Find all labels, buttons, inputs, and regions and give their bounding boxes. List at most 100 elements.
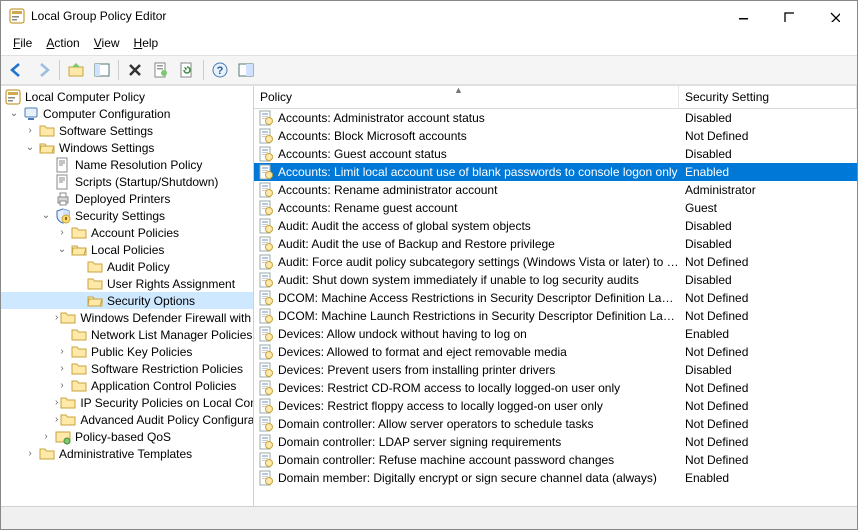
expander-icon[interactable]: › [55, 380, 69, 391]
close-button[interactable] [811, 1, 857, 31]
policy-name: DCOM: Machine Launch Restrictions in Sec… [278, 309, 679, 323]
tree-user-rights-assignment[interactable]: User Rights Assignment [1, 275, 253, 292]
expander-icon[interactable]: ⌄ [39, 210, 53, 221]
tree-deployed-printers[interactable]: Deployed Printers [1, 190, 253, 207]
list-row[interactable]: Devices: Allowed to format and eject rem… [254, 343, 857, 361]
refresh-button[interactable] [175, 58, 199, 82]
list-row[interactable]: Audit: Shut down system immediately if u… [254, 271, 857, 289]
policy-name: Accounts: Limit local account use of bla… [278, 165, 679, 179]
content-area: Local Computer Policy ⌄ Computer Configu… [1, 85, 857, 506]
tree-public-key-policies[interactable]: › Public Key Policies [1, 343, 253, 360]
tree-application-control-policies[interactable]: › Application Control Policies [1, 377, 253, 394]
up-button[interactable] [64, 58, 88, 82]
expander-icon[interactable]: › [55, 363, 69, 374]
menu-action[interactable]: Action [40, 34, 85, 52]
column-header-security-setting[interactable]: Security Setting [679, 86, 857, 108]
list-row[interactable]: Audit: Audit the access of global system… [254, 217, 857, 235]
tree-software-settings[interactable]: › Software Settings [1, 122, 253, 139]
tree-computer-configuration[interactable]: ⌄ Computer Configuration [1, 105, 253, 122]
delete-button[interactable] [123, 58, 147, 82]
menu-help[interactable]: Help [128, 34, 165, 52]
expander-icon[interactable]: › [55, 397, 58, 408]
toolbar [1, 55, 857, 85]
list-row[interactable]: Accounts: Block Microsoft accountsNot De… [254, 127, 857, 145]
list-row[interactable]: Accounts: Rename guest accountGuest [254, 199, 857, 217]
tree-scripts[interactable]: Scripts (Startup/Shutdown) [1, 173, 253, 190]
properties-button[interactable] [149, 58, 173, 82]
policy-name: Accounts: Rename administrator account [278, 183, 679, 197]
list-body[interactable]: Accounts: Administrator account statusDi… [254, 109, 857, 506]
tree-windows-defender-firewall[interactable]: › Windows Defender Firewall with Advance… [1, 309, 253, 326]
policy-icon [258, 128, 274, 144]
expander-icon[interactable]: › [23, 125, 37, 136]
list-row[interactable]: DCOM: Machine Access Restrictions in Sec… [254, 289, 857, 307]
policy-setting: Not Defined [679, 399, 857, 413]
tree-name-resolution-policy[interactable]: Name Resolution Policy [1, 156, 253, 173]
console-tree[interactable]: Local Computer Policy ⌄ Computer Configu… [1, 86, 254, 506]
list-row[interactable]: Devices: Prevent users from installing p… [254, 361, 857, 379]
expander-icon[interactable]: ⌄ [7, 108, 21, 119]
expander-icon[interactable]: › [23, 448, 37, 459]
tree-local-policies[interactable]: ⌄ Local Policies [1, 241, 253, 258]
policy-name: Accounts: Rename guest account [278, 201, 679, 215]
help-button[interactable] [208, 58, 232, 82]
expander-icon[interactable]: › [55, 312, 58, 323]
policy-name: Audit: Audit the access of global system… [278, 219, 679, 233]
tree-audit-policy[interactable]: Audit Policy [1, 258, 253, 275]
list-row[interactable]: Audit: Force audit policy subcategory se… [254, 253, 857, 271]
policy-name: Audit: Shut down system immediately if u… [278, 273, 679, 287]
list-row[interactable]: Accounts: Limit local account use of bla… [254, 163, 857, 181]
expander-icon[interactable]: ⌄ [23, 142, 37, 153]
list-row[interactable]: Devices: Allow undock without having to … [254, 325, 857, 343]
list-row[interactable]: Accounts: Rename administrator accountAd… [254, 181, 857, 199]
tree-security-options[interactable]: Security Options [1, 292, 253, 309]
list-row[interactable]: Domain controller: Refuse machine accoun… [254, 451, 857, 469]
tree-administrative-templates[interactable]: › Administrative Templates [1, 445, 253, 462]
policy-icon [258, 452, 274, 468]
menu-view[interactable]: View [88, 34, 126, 52]
titlebar[interactable]: Local Group Policy Editor [1, 1, 857, 31]
tree-software-restriction-policies[interactable]: › Software Restriction Policies [1, 360, 253, 377]
list-row[interactable]: Accounts: Administrator account statusDi… [254, 109, 857, 127]
list-row[interactable]: Devices: Restrict floppy access to local… [254, 397, 857, 415]
policy-icon [258, 182, 274, 198]
tree-root[interactable]: Local Computer Policy [1, 88, 253, 105]
tree-windows-settings[interactable]: ⌄ Windows Settings [1, 139, 253, 156]
expander-icon[interactable]: › [55, 414, 58, 425]
expander-icon[interactable]: › [55, 346, 69, 357]
folder-open-icon [71, 242, 87, 258]
list-row[interactable]: DCOM: Machine Launch Restrictions in Sec… [254, 307, 857, 325]
list-row[interactable]: Domain member: Digitally encrypt or sign… [254, 469, 857, 487]
expander-icon[interactable]: › [39, 431, 53, 442]
list-row[interactable]: Accounts: Guest account statusDisabled [254, 145, 857, 163]
list-row[interactable]: Audit: Audit the use of Backup and Resto… [254, 235, 857, 253]
policy-icon [258, 236, 274, 252]
tree-policy-based-qos[interactable]: › Policy-based QoS [1, 428, 253, 445]
tree-ip-security-policies[interactable]: › IP Security Policies on Local Computer [1, 394, 253, 411]
policy-name: Devices: Allow undock without having to … [278, 327, 679, 341]
expander-icon[interactable]: ⌄ [55, 244, 69, 255]
expander-icon[interactable]: › [55, 227, 69, 238]
list-row[interactable]: Devices: Restrict CD-ROM access to local… [254, 379, 857, 397]
policy-setting: Not Defined [679, 291, 857, 305]
show-hide-action-pane-button[interactable] [234, 58, 258, 82]
forward-button[interactable] [31, 58, 55, 82]
column-header-policy[interactable]: Policy [254, 86, 679, 108]
tree-account-policies[interactable]: › Account Policies [1, 224, 253, 241]
tree-advanced-audit-policy[interactable]: › Advanced Audit Policy Configuration [1, 411, 253, 428]
back-button[interactable] [5, 58, 29, 82]
show-hide-tree-button[interactable] [90, 58, 114, 82]
policy-setting: Disabled [679, 147, 857, 161]
policy-list-pane: Policy ▲ Security Setting Accounts: Admi… [254, 86, 857, 506]
policy-setting: Disabled [679, 363, 857, 377]
policy-setting: Guest [679, 201, 857, 215]
policy-name: Domain controller: Allow server operator… [278, 417, 679, 431]
tree-security-settings[interactable]: ⌄ Security Settings [1, 207, 253, 224]
minimize-button[interactable] [719, 1, 765, 31]
list-row[interactable]: Domain controller: Allow server operator… [254, 415, 857, 433]
menu-file[interactable]: File [7, 34, 38, 52]
maximize-button[interactable] [765, 1, 811, 31]
policy-name: DCOM: Machine Access Restrictions in Sec… [278, 291, 679, 305]
list-row[interactable]: Domain controller: LDAP server signing r… [254, 433, 857, 451]
tree-network-list-manager-policies[interactable]: Network List Manager Policies [1, 326, 253, 343]
